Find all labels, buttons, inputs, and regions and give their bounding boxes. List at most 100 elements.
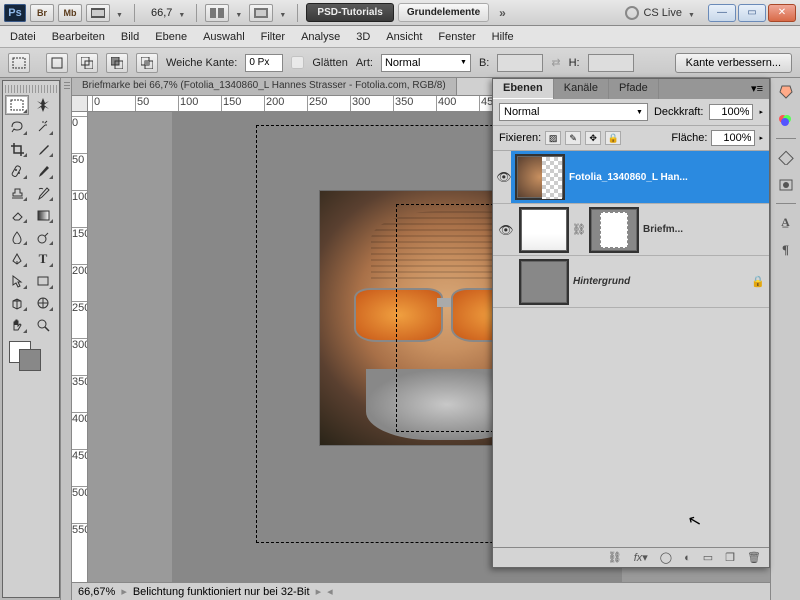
close-button[interactable]: ✕ bbox=[768, 4, 796, 22]
menu-datei[interactable]: Datei bbox=[10, 31, 36, 43]
layer-name[interactable]: Briefm... bbox=[643, 224, 765, 235]
arrange-docs-button[interactable] bbox=[205, 4, 229, 22]
dropdown-icon[interactable] bbox=[279, 8, 289, 18]
heal-tool[interactable] bbox=[5, 161, 29, 181]
swatches-panel-icon[interactable] bbox=[776, 82, 796, 102]
new-layer-icon[interactable]: ❐ bbox=[725, 551, 735, 564]
menu-ebene[interactable]: Ebene bbox=[155, 31, 187, 43]
mask-link-icon[interactable]: ⛓ bbox=[573, 223, 585, 236]
lock-pixels-icon[interactable]: ✎ bbox=[565, 131, 581, 145]
menu-bild[interactable]: Bild bbox=[121, 31, 139, 43]
color-panel-icon[interactable] bbox=[776, 110, 796, 130]
marquee-tool[interactable] bbox=[5, 95, 29, 115]
eyedropper-tool[interactable] bbox=[31, 139, 55, 159]
menu-fenster[interactable]: Fenster bbox=[438, 31, 475, 43]
zoom-value[interactable]: 66,7 bbox=[151, 7, 172, 19]
document-tab[interactable]: Briefmarke bei 66,7% (Fotolia_1340860_L … bbox=[72, 78, 457, 95]
layer-mask-thumbnail[interactable] bbox=[591, 209, 637, 251]
blend-mode-select[interactable]: Normal▼ bbox=[499, 103, 648, 121]
selection-new-icon[interactable] bbox=[46, 53, 68, 73]
tab-ebenen[interactable]: Ebenen bbox=[493, 79, 554, 99]
feather-input[interactable] bbox=[245, 54, 283, 72]
menu-auswahl[interactable]: Auswahl bbox=[203, 31, 245, 43]
lock-transparent-icon[interactable]: ▨ bbox=[545, 131, 561, 145]
hand-tool[interactable] bbox=[5, 315, 29, 335]
move-tool[interactable] bbox=[31, 95, 55, 115]
dropdown-icon[interactable] bbox=[178, 8, 188, 18]
chevron-right-icon[interactable]: » bbox=[493, 6, 512, 20]
tab-pfade[interactable]: Pfade bbox=[609, 79, 659, 99]
layer-item-briefmarke[interactable]: 👁 ⛓ Briefm... bbox=[493, 204, 769, 256]
screen-mode-button[interactable] bbox=[86, 4, 110, 22]
menu-bearbeiten[interactable]: Bearbeiten bbox=[52, 31, 105, 43]
gradient-tool[interactable] bbox=[31, 205, 55, 225]
layer-thumbnail[interactable] bbox=[521, 261, 567, 303]
menu-filter[interactable]: Filter bbox=[261, 31, 285, 43]
eraser-tool[interactable] bbox=[5, 205, 29, 225]
paragraph-panel-icon[interactable]: ¶ bbox=[776, 240, 796, 260]
maximize-button[interactable]: ▭ bbox=[738, 4, 766, 22]
color-swatches[interactable] bbox=[9, 341, 57, 363]
cs-live[interactable]: CS Live bbox=[625, 6, 698, 20]
status-zoom[interactable]: 66,67% bbox=[78, 586, 115, 598]
ruler-vertical[interactable]: 050100150200250300350400450500550 bbox=[72, 112, 88, 582]
history-brush-tool[interactable] bbox=[31, 183, 55, 203]
selection-intersect-icon[interactable] bbox=[136, 53, 158, 73]
trash-icon[interactable]: 🗑 bbox=[747, 551, 761, 564]
visibility-eye-icon[interactable]: 👁 bbox=[493, 151, 511, 203]
dodge-tool[interactable] bbox=[31, 227, 55, 247]
fx-icon[interactable]: fx▾ bbox=[634, 551, 648, 564]
dropdown-icon[interactable] bbox=[235, 8, 245, 18]
dropdown-icon[interactable] bbox=[116, 8, 126, 18]
style-select[interactable]: Normal▼ bbox=[381, 54, 471, 72]
blur-tool[interactable] bbox=[5, 227, 29, 247]
3d-camera-tool[interactable] bbox=[31, 293, 55, 313]
marquee-tool-icon[interactable] bbox=[8, 53, 30, 73]
bridge-button[interactable]: Br bbox=[30, 4, 54, 22]
adjustments-panel-icon[interactable] bbox=[776, 147, 796, 167]
wand-tool[interactable] bbox=[31, 117, 55, 137]
crop-tool[interactable] bbox=[5, 139, 29, 159]
adjustment-icon[interactable]: ◐ bbox=[684, 552, 691, 564]
workspace-grundelemente-button[interactable]: Grundelemente bbox=[398, 3, 489, 22]
panel-menu-icon[interactable]: ▾≡ bbox=[745, 79, 769, 99]
stamp-tool[interactable] bbox=[5, 183, 29, 203]
minimize-button[interactable]: — bbox=[708, 4, 736, 22]
selection-add-icon[interactable] bbox=[76, 53, 98, 73]
link-layers-icon[interactable]: ⛓ bbox=[608, 551, 622, 564]
refine-edge-button[interactable]: Kante verbessern... bbox=[675, 53, 792, 73]
layer-name[interactable]: Fotolia_1340860_L Han... bbox=[569, 172, 765, 183]
lock-all-icon[interactable]: 🔒 bbox=[605, 131, 621, 145]
pen-tool[interactable] bbox=[5, 249, 29, 269]
screen-mode2-button[interactable] bbox=[249, 4, 273, 22]
background-color[interactable] bbox=[19, 349, 41, 371]
workspace-tutorials-button[interactable]: PSD-Tutorials bbox=[306, 3, 393, 22]
menu-3d[interactable]: 3D bbox=[356, 31, 370, 43]
masks-panel-icon[interactable] bbox=[776, 175, 796, 195]
layer-item-hintergrund[interactable]: Hintergrund 🔒 bbox=[493, 256, 769, 308]
visibility-eye-icon[interactable]: 👁 bbox=[497, 223, 515, 237]
lasso-tool[interactable] bbox=[5, 117, 29, 137]
tab-kanaele[interactable]: Kanäle bbox=[554, 79, 609, 99]
shape-tool[interactable] bbox=[31, 271, 55, 291]
panel-grip[interactable] bbox=[5, 85, 57, 93]
brush-tool[interactable] bbox=[31, 161, 55, 181]
menu-ansicht[interactable]: Ansicht bbox=[386, 31, 422, 43]
type-tool[interactable]: T bbox=[31, 249, 55, 269]
layer-thumbnail[interactable] bbox=[517, 156, 563, 198]
character-panel-icon[interactable]: A̲ bbox=[776, 212, 796, 232]
group-icon[interactable]: ▭ bbox=[703, 551, 713, 564]
minibridge-button[interactable]: Mb bbox=[58, 4, 82, 22]
lock-position-icon[interactable]: ✥ bbox=[585, 131, 601, 145]
path-select-tool[interactable] bbox=[5, 271, 29, 291]
mask-icon[interactable]: ◯ bbox=[660, 551, 672, 564]
opacity-input[interactable] bbox=[709, 104, 753, 120]
layer-name[interactable]: Hintergrund bbox=[573, 276, 745, 287]
layer-item-photo[interactable]: 👁 Fotolia_1340860_L Han... bbox=[493, 151, 769, 204]
3d-tool[interactable] bbox=[5, 293, 29, 313]
panel-collapse-grip[interactable] bbox=[60, 78, 72, 600]
fill-input[interactable] bbox=[711, 130, 755, 146]
zoom-tool[interactable] bbox=[31, 315, 55, 335]
menu-analyse[interactable]: Analyse bbox=[301, 31, 340, 43]
ruler-origin[interactable] bbox=[72, 96, 88, 112]
